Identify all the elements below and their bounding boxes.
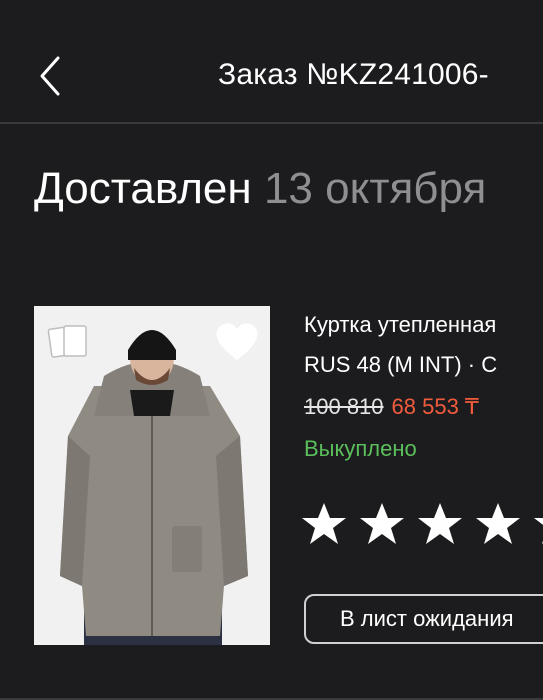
star-icon[interactable]	[416, 500, 464, 548]
product-status: Выкуплено	[304, 436, 417, 461]
cards-icon[interactable]	[46, 320, 90, 364]
status-date: 13 октября	[263, 164, 487, 213]
header: Заказ №KZ241006-	[0, 0, 543, 124]
waitlist-button[interactable]: В лист ожидания	[304, 594, 543, 644]
new-price: 68 553 ₸	[391, 394, 479, 419]
chevron-left-icon	[40, 56, 60, 96]
header-divider	[0, 122, 543, 124]
star-icon[interactable]	[474, 500, 522, 548]
product-prices: 100 810 68 553 ₸	[304, 394, 479, 420]
product-size: RUS 48 (M INT) · C	[304, 352, 498, 377]
star-icon[interactable]	[358, 500, 406, 548]
star-icon[interactable]	[532, 500, 543, 548]
status-label: Доставлен	[34, 164, 252, 213]
heart-icon[interactable]	[212, 318, 262, 364]
order-status: Доставлен 13 октября	[34, 164, 486, 214]
rating-stars	[300, 500, 543, 554]
product-name[interactable]: Куртка утепленная	[304, 312, 496, 338]
old-price: 100 810	[304, 394, 384, 419]
order-title: Заказ №KZ241006-	[218, 58, 489, 91]
back-button[interactable]	[34, 52, 68, 100]
star-icon[interactable]	[300, 500, 348, 548]
